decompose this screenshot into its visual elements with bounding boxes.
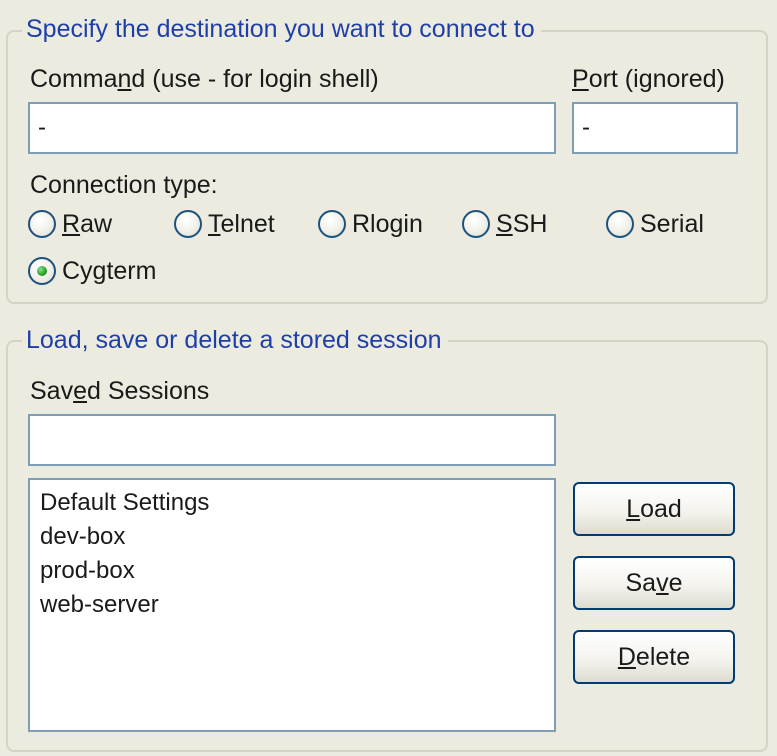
radio-selected-dot <box>37 266 47 276</box>
radio-cygterm-circle <box>28 257 56 285</box>
radio-rlogin[interactable]: Rlogin <box>318 207 423 241</box>
command-label: Command (use - for login shell) <box>30 65 379 93</box>
port-label: Port (ignored) <box>572 65 725 93</box>
radio-serial-label: Serial <box>640 210 704 238</box>
radio-ssh-label: SSH <box>496 210 548 238</box>
load-button[interactable]: Load <box>573 482 735 536</box>
list-item[interactable]: web-server <box>40 588 554 622</box>
list-item[interactable]: dev-box <box>40 520 554 554</box>
radio-cygterm[interactable]: Cygterm <box>28 254 156 288</box>
saved-sessions-label: Saved Sessions <box>30 377 210 405</box>
port-input[interactable] <box>572 102 738 154</box>
radio-telnet[interactable]: Telnet <box>174 207 275 241</box>
radio-raw-circle <box>28 210 56 238</box>
radio-telnet-label: Telnet <box>208 210 275 238</box>
radio-ssh[interactable]: SSH <box>462 207 547 241</box>
radio-serial[interactable]: Serial <box>606 207 704 241</box>
radio-rlogin-circle <box>318 210 346 238</box>
connection-type-label: Connection type: <box>30 171 218 199</box>
saved-session-name-input[interactable] <box>28 414 556 466</box>
list-item[interactable]: Default Settings <box>40 486 554 520</box>
command-input[interactable] <box>28 102 556 154</box>
radio-raw[interactable]: Raw <box>28 207 112 241</box>
radio-ssh-circle <box>462 210 490 238</box>
radio-telnet-circle <box>174 210 202 238</box>
saved-sessions-list[interactable]: Default Settings dev-box prod-box web-se… <box>28 478 556 732</box>
destination-group-title: Specify the destination you want to conn… <box>22 14 541 44</box>
radio-serial-circle <box>606 210 634 238</box>
list-item[interactable]: prod-box <box>40 554 554 588</box>
delete-button[interactable]: Delete <box>573 630 735 684</box>
session-group-title: Load, save or delete a stored session <box>22 325 448 355</box>
save-button[interactable]: Sa v e <box>573 556 735 610</box>
radio-rlogin-label: Rlogin <box>352 210 423 238</box>
radio-raw-label: Raw <box>62 210 113 238</box>
radio-cygterm-label: Cygterm <box>62 257 157 285</box>
putty-session-panel: Specify the destination you want to conn… <box>0 0 777 756</box>
